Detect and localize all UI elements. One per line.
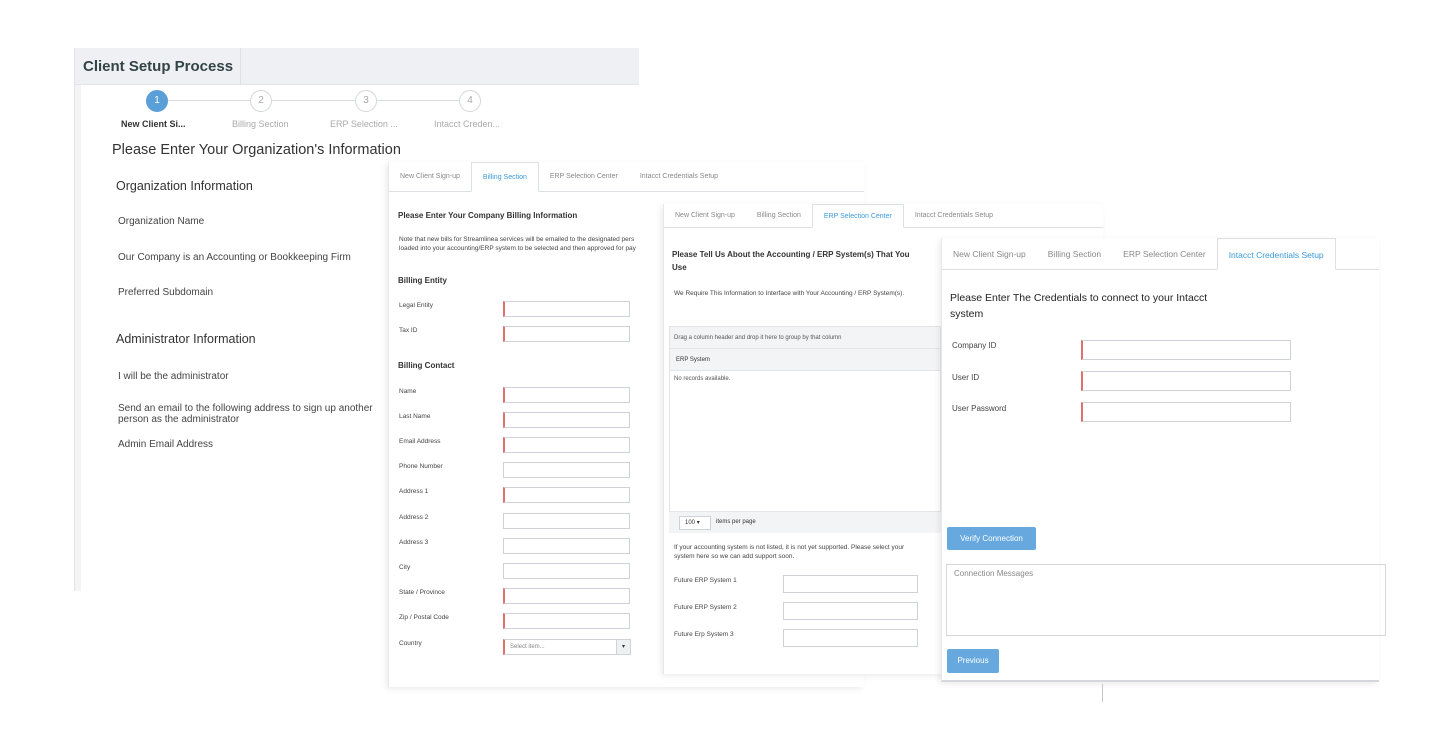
unsupported-note: If your accounting system is not listed,… — [674, 544, 905, 560]
address1-input[interactable] — [503, 487, 630, 503]
legal-entity-input[interactable] — [503, 301, 630, 317]
billing-tabs: New Client Sign-up Billing Section ERP S… — [389, 162, 864, 192]
chevron-down-icon[interactable]: ▾ — [616, 640, 630, 654]
step-3-circle[interactable]: 3 — [355, 90, 377, 112]
erp-note: We Require This Information to Interface… — [674, 290, 905, 297]
tab-new-client-signup[interactable]: New Client Sign-up — [942, 238, 1037, 270]
no-records-text: No records available. — [674, 376, 731, 382]
erp-system-column-header[interactable]: ERP System — [670, 349, 940, 371]
zip-label: Zip / Postal Code — [399, 614, 449, 621]
last-name-input[interactable] — [503, 412, 630, 428]
subdomain-label: Preferred Subdomain — [118, 287, 214, 298]
phone-input[interactable] — [503, 462, 630, 478]
step-2-label[interactable]: Billing Section — [232, 119, 289, 129]
erp-heading: Please Tell Us About the Accounting / ER… — [672, 250, 910, 272]
country-label: Country — [399, 640, 422, 647]
step-3-label[interactable]: ERP Selection ... — [330, 119, 398, 129]
tab-new-client-signup[interactable]: New Client Sign-up — [389, 162, 471, 192]
step-2-circle[interactable]: 2 — [250, 90, 272, 112]
erp-tabs: New Client Sign-up Billing Section ERP S… — [664, 204, 1103, 228]
intacct-tabs: New Client Sign-up Billing Section ERP S… — [942, 238, 1379, 270]
items-per-page-label: items per page — [716, 519, 756, 525]
future-erp-2-input[interactable] — [783, 602, 918, 620]
chevron-down-icon: ▾ — [696, 520, 700, 526]
email-input[interactable] — [503, 437, 630, 453]
step-1-circle[interactable]: 1 — [146, 90, 168, 112]
phone-label: Phone Number — [399, 463, 443, 470]
company-id-label: Company ID — [952, 341, 997, 350]
tab-erp-selection[interactable]: ERP Selection Center — [1112, 238, 1217, 270]
address2-input[interactable] — [503, 513, 630, 529]
address3-label: Address 3 — [399, 539, 429, 546]
user-password-input[interactable] — [1081, 402, 1291, 422]
accounting-firm-label: Our Company is an Accounting or Bookkeep… — [118, 252, 351, 263]
page-size-value: 100 — [685, 520, 696, 526]
email-label: Email Address — [399, 438, 441, 445]
tab-erp-selection[interactable]: ERP Selection Center — [539, 162, 629, 192]
step-4-label[interactable]: Intacct Creden... — [434, 119, 500, 129]
address1-label: Address 1 — [399, 488, 429, 495]
previous-button[interactable]: Previous — [947, 649, 999, 673]
city-input[interactable] — [503, 563, 630, 579]
tab-intacct-credentials[interactable]: Intacct Credentials Setup — [904, 204, 1004, 228]
admin-email-label: Admin Email Address — [118, 439, 214, 450]
tab-billing-section[interactable]: Billing Section — [470, 162, 539, 192]
divider-tick — [1102, 684, 1103, 702]
user-password-label: User Password — [952, 404, 1007, 413]
page-title: Please Enter Your Organization's Informa… — [112, 142, 401, 158]
wizard-header: Client Setup Process — [75, 48, 639, 85]
address2-label: Address 2 — [399, 514, 429, 521]
erp-grid: Drag a column header and drop it here to… — [669, 326, 941, 533]
future-erp-3-label: Future Erp System 3 — [674, 631, 734, 638]
country-select[interactable]: Select item... ▾ — [503, 639, 631, 655]
state-input[interactable] — [503, 588, 630, 604]
user-id-label: User ID — [952, 373, 980, 382]
future-erp-2-label: Future ERP System 2 — [674, 604, 737, 611]
zip-input[interactable] — [503, 613, 630, 629]
future-erp-1-label: Future ERP System 1 — [674, 577, 737, 584]
page-size-select[interactable]: 100 ▾ — [679, 516, 711, 530]
invite-admin-label: Send an email to the following address t… — [118, 403, 373, 425]
address3-input[interactable] — [503, 538, 630, 554]
future-erp-1-input[interactable] — [783, 575, 918, 593]
verify-connection-button[interactable]: Verify Connection — [947, 527, 1036, 550]
tab-billing-section[interactable]: Billing Section — [1037, 238, 1112, 270]
billing-entity-heading: Billing Entity — [398, 276, 447, 285]
connection-messages-box[interactable]: Connection Messages — [946, 564, 1386, 636]
billing-note: Note that new bills for Streamlinea serv… — [399, 236, 636, 252]
tab-new-client-signup[interactable]: New Client Sign-up — [664, 204, 746, 228]
step-1-label[interactable]: New Client Si... — [121, 119, 186, 129]
billing-heading: Please Enter Your Company Billing Inform… — [398, 211, 578, 220]
stepper-line — [168, 100, 478, 101]
tab-erp-selection[interactable]: ERP Selection Center — [811, 204, 904, 228]
admin-section-heading: Administrator Information — [116, 332, 256, 346]
tab-billing-section[interactable]: Billing Section — [746, 204, 812, 228]
last-name-label: Last Name — [399, 413, 431, 420]
grid-pager: 100 ▾ items per page — [669, 511, 941, 533]
contact-name-input[interactable] — [503, 387, 630, 403]
group-drop-area[interactable]: Drag a column header and drop it here to… — [670, 327, 940, 349]
intacct-heading: Please Enter The Credentials to connect … — [950, 292, 1208, 320]
tab-intacct-credentials[interactable]: Intacct Credentials Setup — [629, 162, 729, 192]
step-4-circle[interactable]: 4 — [459, 90, 481, 112]
country-select-value: Select item... — [510, 644, 545, 650]
city-label: City — [399, 564, 411, 571]
tab-intacct-credentials[interactable]: Intacct Credentials Setup — [1216, 238, 1336, 270]
self-admin-label: I will be the administrator — [118, 371, 229, 382]
org-section-heading: Organization Information — [116, 179, 253, 193]
left-scroll-track[interactable] — [75, 85, 81, 591]
header-divider — [240, 48, 241, 85]
tax-id-label: Tax ID — [399, 327, 418, 334]
org-name-label: Organization Name — [118, 216, 205, 227]
wizard-title: Client Setup Process — [83, 58, 234, 75]
legal-entity-label: Legal Entity — [399, 302, 433, 309]
intacct-panel: New Client Sign-up Billing Section ERP S… — [941, 238, 1386, 682]
billing-contact-heading: Billing Contact — [398, 361, 455, 370]
tax-id-input[interactable] — [503, 326, 630, 342]
company-id-input[interactable] — [1081, 340, 1291, 360]
contact-name-label: Name — [399, 388, 417, 395]
user-id-input[interactable] — [1081, 371, 1291, 391]
state-label: State / Province — [399, 589, 445, 596]
future-erp-3-input[interactable] — [783, 629, 918, 647]
